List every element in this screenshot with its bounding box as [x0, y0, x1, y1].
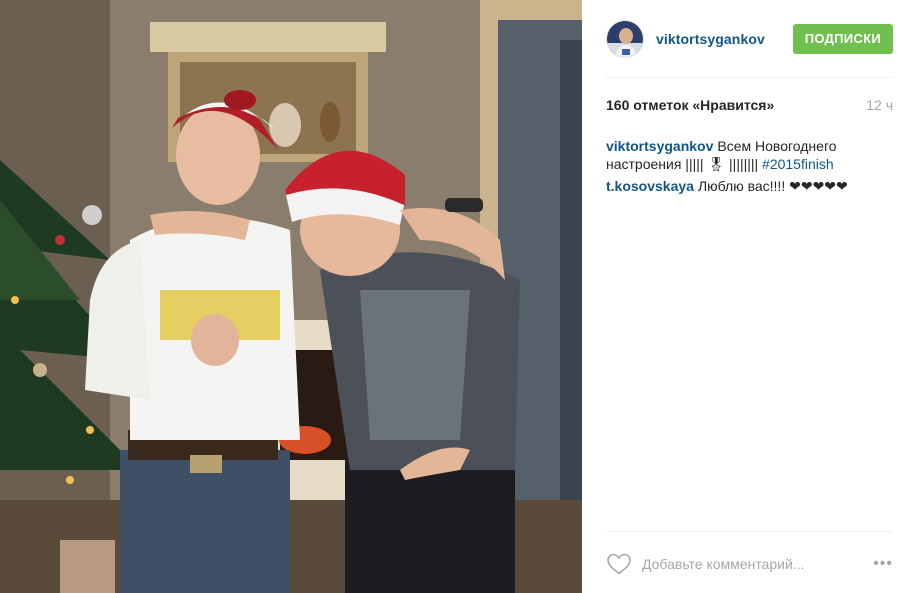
instagram-post: viktortsygankov ПОДПИСКИ 160 отметок «Нр… — [0, 0, 910, 593]
post-time[interactable]: 12 ч — [866, 97, 893, 113]
add-comment-row: ••• — [606, 551, 893, 577]
comment-username[interactable]: t.kosovskaya — [606, 178, 694, 194]
post-sidebar: viktortsygankov ПОДПИСКИ 160 отметок «Нр… — [582, 0, 910, 593]
comments-list: viktortsygankov Всем Новогоднего настроен… — [606, 137, 886, 199]
likes-count[interactable]: 160 отметок «Нравится» — [606, 97, 774, 113]
hashtag-link[interactable]: #2015finish — [762, 156, 834, 172]
comment-item: t.kosovskaya Люблю вас!!!! ❤❤❤❤❤ — [606, 177, 886, 195]
divider — [606, 77, 893, 78]
add-comment-input[interactable] — [642, 556, 842, 572]
comment-username[interactable]: viktortsygankov — [606, 138, 713, 154]
avatar[interactable] — [606, 20, 644, 58]
likes-row: 160 отметок «Нравится» 12 ч — [606, 97, 893, 113]
follow-button[interactable]: ПОДПИСКИ — [792, 24, 893, 54]
username-link[interactable]: viktortsygankov — [656, 31, 765, 47]
comment-item: viktortsygankov Всем Новогоднего настроен… — [606, 137, 886, 173]
avatar-image — [607, 21, 643, 57]
photo-illustration — [0, 0, 582, 593]
more-options-icon[interactable]: ••• — [873, 556, 893, 572]
post-header: viktortsygankov ПОДПИСКИ — [606, 18, 893, 60]
heart-icon[interactable] — [606, 552, 632, 576]
post-photo[interactable] — [0, 0, 582, 593]
divider — [606, 531, 893, 532]
comment-text: Люблю вас!!!! ❤❤❤❤❤ — [697, 178, 848, 194]
